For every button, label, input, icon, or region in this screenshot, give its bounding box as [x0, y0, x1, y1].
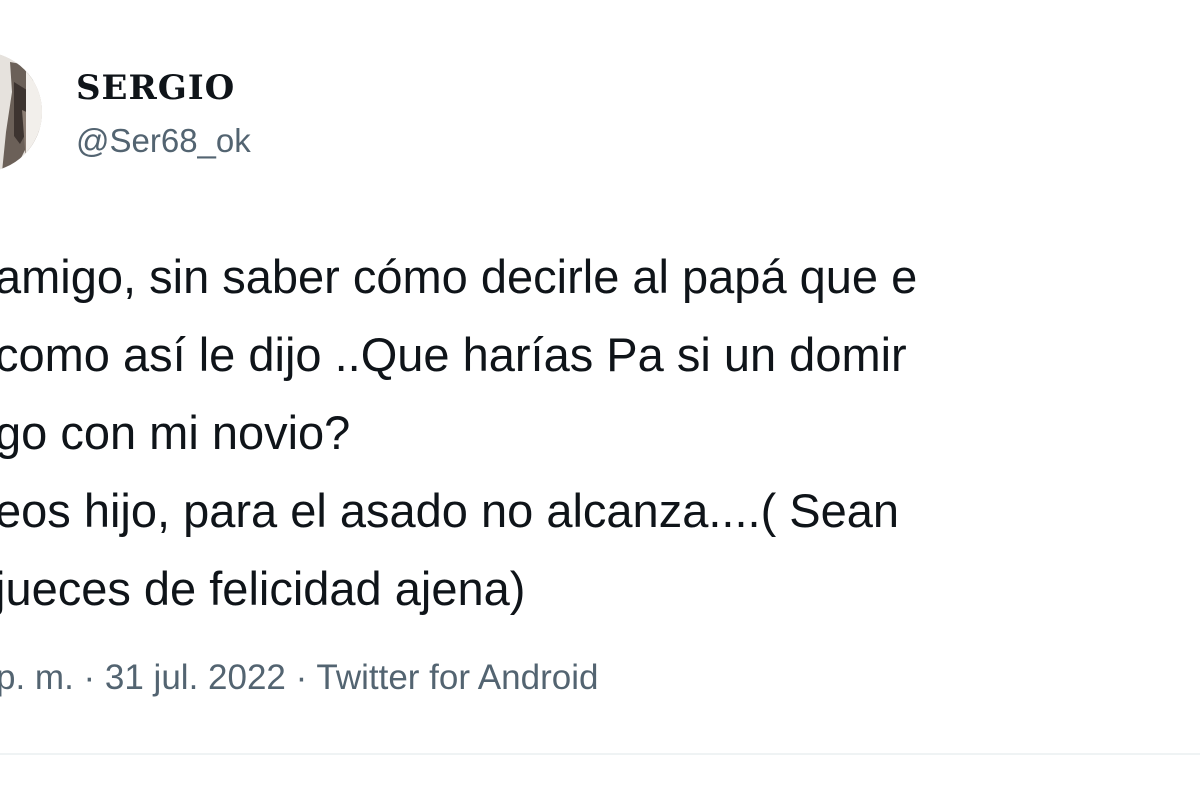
tweet-text-line: jueces de felicidad ajena) [0, 562, 526, 615]
avatar[interactable] [0, 52, 42, 172]
author-handle[interactable]: @Ser68_ok [76, 122, 251, 160]
tweet-text-line: eos hijo, para el asado no alcanza....( … [0, 484, 900, 537]
avatar-photo-icon [0, 52, 42, 172]
tweet-source-link[interactable]: Twitter for Android [316, 658, 598, 697]
tweet-card: SERGIO @Ser68_ok amigo, sin saber cómo d… [0, 0, 1200, 800]
author-display-name[interactable]: SERGIO [76, 68, 235, 108]
tweet-text: amigo, sin saber cómo decirle al papá qu… [0, 238, 1200, 628]
meta-separator: · [285, 658, 317, 697]
tweet-text-line: go con mi novio? [0, 406, 351, 459]
divider [0, 753, 1200, 755]
tweet-time[interactable]: p. m. [0, 658, 74, 697]
tweet-text-line: como así le dijo ..Que harías Pa si un d… [0, 328, 907, 381]
tweet-text-line: amigo, sin saber cómo decirle al papá qu… [0, 250, 918, 303]
tweet-date[interactable]: 31 jul. 2022 [105, 658, 286, 697]
tweet-meta: p. m. · 31 jul. 2022 · Twitter for Andro… [0, 658, 598, 698]
meta-separator: · [73, 658, 105, 697]
